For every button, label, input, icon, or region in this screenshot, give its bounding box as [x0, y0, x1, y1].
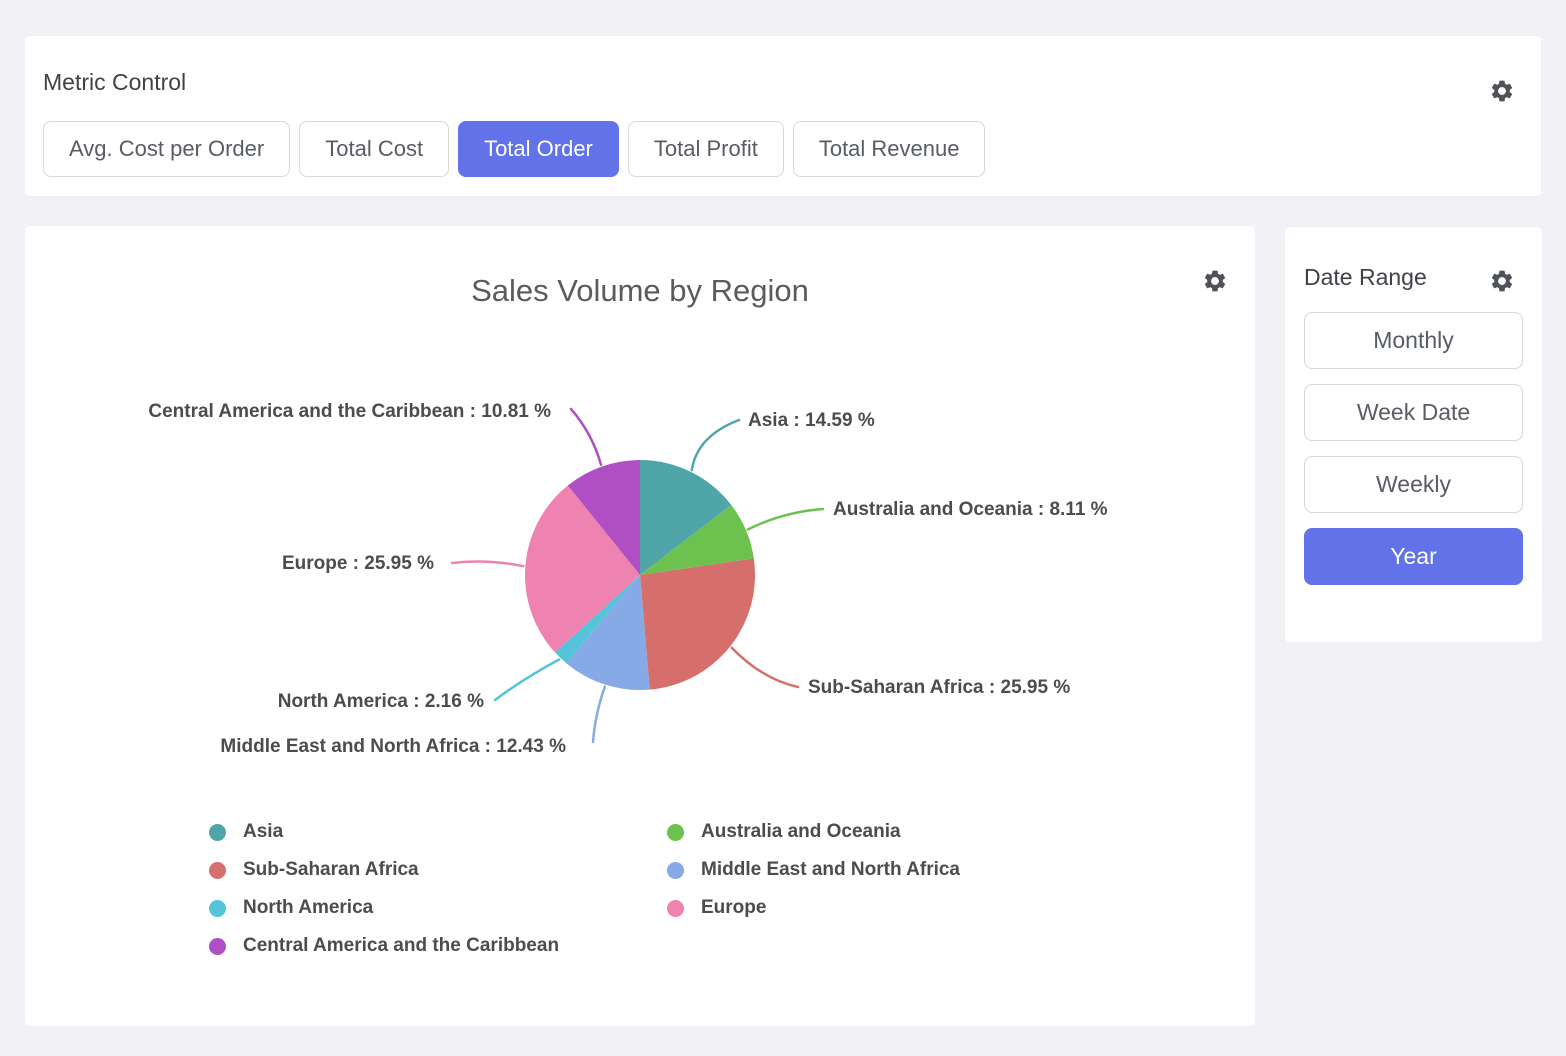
metric-control-title: Metric Control: [43, 69, 186, 96]
date-range-button-monthly[interactable]: Monthly: [1304, 312, 1523, 369]
legend-dot-icon: [667, 824, 684, 841]
date-range-button-year[interactable]: Year: [1304, 528, 1523, 585]
callout-label-europe: Europe : 25.95 %: [282, 553, 434, 575]
legend-item-sub-saharan-africa[interactable]: Sub-Saharan Africa: [209, 858, 419, 882]
legend-label: Australia and Oceania: [701, 821, 901, 843]
legend-item-australia-and-oceania[interactable]: Australia and Oceania: [667, 820, 901, 844]
legend-item-central-america-and-the-caribbean[interactable]: Central America and the Caribbean: [209, 934, 559, 958]
legend-dot-icon: [667, 862, 684, 879]
callout-label-middle-east-and-north-africa: Middle East and North Africa : 12.43 %: [220, 736, 566, 758]
callout-line-europe: [452, 562, 523, 567]
legend-item-north-america[interactable]: North America: [209, 896, 373, 920]
date-range-panel: Date Range Monthly Week Date Weekly Year: [1285, 227, 1542, 642]
callout-label-north-america: North America : 2.16 %: [278, 691, 484, 713]
legend-item-middle-east-and-north-africa[interactable]: Middle East and North Africa: [667, 858, 960, 882]
callout-label-central-america-and-the-caribbean: Central America and the Caribbean : 10.8…: [148, 401, 551, 423]
settings-gear-icon[interactable]: [1489, 268, 1515, 294]
callout-label-australia-and-oceania: Australia and Oceania : 8.11 %: [833, 499, 1108, 521]
metric-control-panel: Metric Control Avg. Cost per Order Total…: [25, 36, 1541, 196]
legend-dot-icon: [667, 900, 684, 917]
sales-volume-chart-panel: Sales Volume by Region Asia : 14.59 %Aus…: [25, 226, 1255, 1026]
callout-label-sub-saharan-africa: Sub-Saharan Africa : 25.95 %: [808, 677, 1070, 699]
metric-button-avg-cost-per-order[interactable]: Avg. Cost per Order: [43, 121, 290, 177]
callout-line-asia: [692, 420, 739, 470]
date-range-button-group: Monthly Week Date Weekly Year: [1304, 312, 1523, 585]
callout-label-asia: Asia : 14.59 %: [748, 410, 875, 432]
metric-button-total-profit[interactable]: Total Profit: [628, 121, 784, 177]
legend-dot-icon: [209, 862, 226, 879]
legend-dot-icon: [209, 824, 226, 841]
callout-line-australia-and-oceania: [748, 509, 823, 530]
legend-label: Sub-Saharan Africa: [243, 859, 419, 881]
legend-label: Asia: [243, 821, 283, 843]
settings-gear-icon[interactable]: [1489, 78, 1515, 104]
date-range-button-week-date[interactable]: Week Date: [1304, 384, 1523, 441]
callout-line-sub-saharan-africa: [732, 648, 798, 687]
legend-item-europe[interactable]: Europe: [667, 896, 766, 920]
legend-item-asia[interactable]: Asia: [209, 820, 283, 844]
callout-line-middle-east-and-north-africa: [593, 687, 605, 742]
legend-label: Central America and the Caribbean: [243, 935, 559, 957]
metric-button-total-cost[interactable]: Total Cost: [299, 121, 449, 177]
metric-button-group: Avg. Cost per Order Total Cost Total Ord…: [43, 121, 985, 177]
pie-slice-sub-saharan-africa[interactable]: [640, 558, 755, 689]
legend-dot-icon: [209, 900, 226, 917]
date-range-title: Date Range: [1304, 264, 1427, 291]
metric-button-total-order[interactable]: Total Order: [458, 121, 619, 177]
legend-label: Europe: [701, 897, 766, 919]
legend-label: Middle East and North Africa: [701, 859, 960, 881]
date-range-button-weekly[interactable]: Weekly: [1304, 456, 1523, 513]
callout-line-central-america-and-the-caribbean: [571, 409, 601, 465]
legend-dot-icon: [209, 938, 226, 955]
legend-label: North America: [243, 897, 373, 919]
callout-line-north-america: [495, 660, 559, 701]
metric-button-total-revenue[interactable]: Total Revenue: [793, 121, 986, 177]
